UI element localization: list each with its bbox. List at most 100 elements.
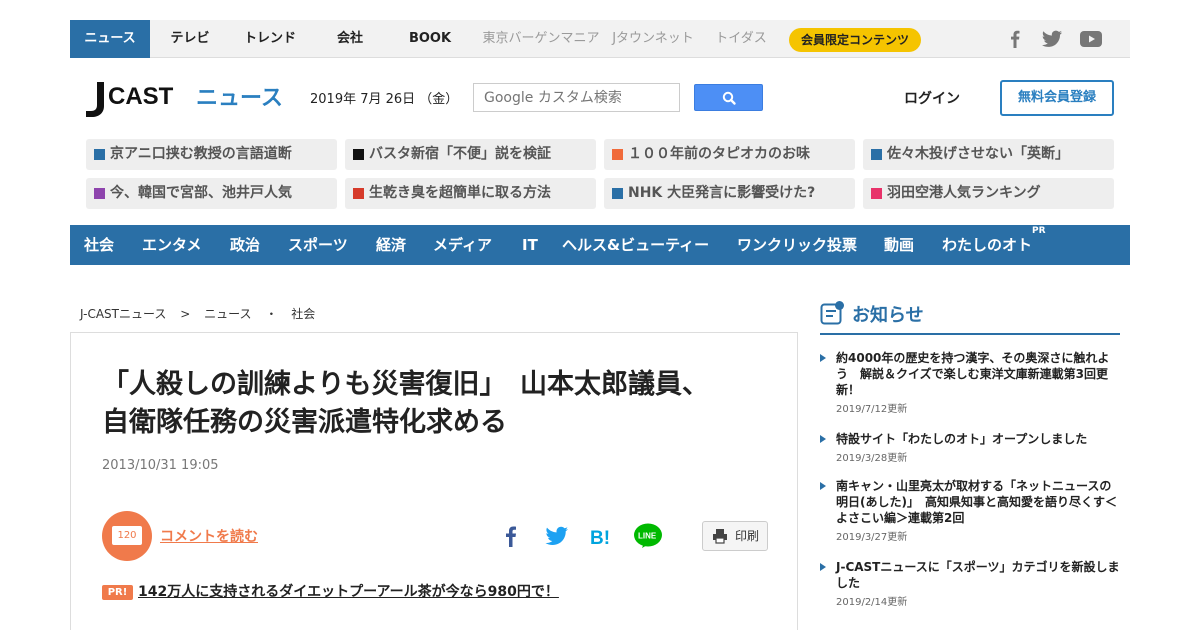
category-health-beauty[interactable]: ヘルス&ビューティー bbox=[562, 225, 709, 265]
line-share-icon[interactable]: LINE bbox=[633, 523, 663, 549]
trending-item[interactable]: バスタ新宿「不便」説を検証 bbox=[345, 139, 596, 170]
facebook-icon[interactable] bbox=[1003, 28, 1027, 50]
topnav-book[interactable]: BOOK bbox=[402, 20, 458, 58]
news-item-date: 2019/3/28更新 bbox=[836, 453, 908, 464]
square-bullet-icon bbox=[871, 188, 882, 199]
category-politics[interactable]: 政治 bbox=[230, 225, 260, 265]
headline-line-2: 自衛隊任務の災害派遣特化求める bbox=[102, 407, 507, 438]
square-bullet-icon bbox=[612, 188, 623, 199]
news-section-header: お知らせ bbox=[820, 298, 1120, 335]
breadcrumb: J-CASTニュース > ニュース ・ 社会 bbox=[80, 305, 325, 322]
square-bullet-icon bbox=[353, 188, 364, 199]
breadcrumb-news[interactable]: ニュース bbox=[204, 307, 251, 321]
news-item-date: 2019/7/12更新 bbox=[836, 404, 908, 415]
trending-item[interactable]: NHK 大臣発言に影響受けた? bbox=[604, 178, 855, 209]
facebook-share-icon[interactable] bbox=[496, 523, 526, 549]
twitter-icon[interactable] bbox=[1040, 28, 1064, 50]
logo-cast-text: CAST bbox=[108, 83, 174, 110]
trending-item[interactable]: １００年前のタピオカのお味 bbox=[604, 139, 855, 170]
square-bullet-icon bbox=[94, 188, 105, 199]
trending-label: １００年前のタピオカのお味 bbox=[628, 146, 810, 162]
article-headline: 「人殺しの訓練よりも災害復旧」 山本太郎議員、 自衛隊任務の災害派遣特化求める bbox=[102, 366, 772, 442]
news-item-title: 特設サイト「わたしのオト」オープンしました bbox=[836, 432, 1088, 446]
category-society[interactable]: 社会 bbox=[84, 225, 114, 265]
search-input[interactable] bbox=[473, 83, 680, 112]
news-section-title: お知らせ bbox=[852, 305, 924, 326]
news-item[interactable]: 南キャン・山里亮太が取材する「ネットニュースの明日(あした)」 高知県知事と高知… bbox=[820, 478, 1120, 543]
news-item-date: 2019/2/14更新 bbox=[836, 597, 908, 608]
category-video[interactable]: 動画 bbox=[884, 225, 914, 265]
category-entertainment[interactable]: エンタメ bbox=[142, 225, 202, 265]
arrow-right-icon bbox=[820, 563, 826, 571]
current-date: 2019年 7月 26日 （金） bbox=[310, 92, 459, 107]
trending-label: 佐々木投げさせない「英断」 bbox=[887, 146, 1069, 162]
news-item-title: 約4000年の歴史を持つ漢字、その奥深さに触れよう 解説＆クイズで楽しむ東洋文庫… bbox=[836, 351, 1110, 397]
trending-label: 京アニ口挟む教授の言語道断 bbox=[110, 146, 292, 162]
member-content-button[interactable]: 会員限定コンテンツ bbox=[789, 28, 922, 52]
print-label: 印刷 bbox=[735, 529, 760, 543]
arrow-right-icon bbox=[820, 435, 826, 443]
topnav-company[interactable]: 会社 bbox=[322, 20, 378, 58]
notice-icon bbox=[820, 301, 844, 325]
read-comments-link[interactable]: コメントを読む bbox=[160, 526, 258, 546]
trending-item[interactable]: 京アニ口挟む教授の言語道断 bbox=[86, 139, 337, 170]
trending-label: 生乾き臭を超簡単に取る方法 bbox=[369, 185, 551, 201]
jcast-news-logo[interactable]: CAST ニュース bbox=[86, 80, 286, 120]
top-navigation: ニュース テレビ トレンド 会社 BOOK 東京バーゲンマニア Jタウンネット … bbox=[70, 20, 1130, 58]
arrow-right-icon bbox=[820, 354, 826, 362]
category-it[interactable]: IT bbox=[522, 225, 538, 265]
youtube-icon[interactable] bbox=[1079, 28, 1103, 50]
svg-text:LINE: LINE bbox=[638, 532, 657, 541]
article-date: 2013/10/31 19:05 bbox=[102, 458, 219, 473]
breadcrumb-home[interactable]: J-CASTニュース bbox=[80, 307, 166, 321]
breadcrumb-society[interactable]: 社会 bbox=[291, 307, 315, 321]
square-bullet-icon bbox=[871, 149, 882, 160]
breadcrumb-separator: ・ bbox=[265, 307, 278, 321]
svg-text:B!: B! bbox=[590, 528, 610, 549]
topnav-news[interactable]: ニュース bbox=[70, 20, 150, 58]
breadcrumb-separator: > bbox=[180, 307, 191, 321]
category-navigation: 社会 エンタメ 政治 スポーツ 経済 メディア IT ヘルス&ビューティー ワン… bbox=[70, 225, 1130, 265]
trending-label: バスタ新宿「不便」説を検証 bbox=[369, 146, 551, 162]
square-bullet-icon bbox=[353, 149, 364, 160]
hatena-bookmark-icon[interactable]: B! bbox=[587, 523, 617, 549]
topnav-tv[interactable]: テレビ bbox=[158, 20, 222, 58]
trending-label: 羽田空港人気ランキング bbox=[887, 185, 1041, 201]
square-bullet-icon bbox=[612, 149, 623, 160]
pr-ad-link[interactable]: 142万人に支持されるダイエットプーアール茶が今なら980円で！ bbox=[138, 581, 559, 601]
category-sports[interactable]: スポーツ bbox=[288, 225, 348, 265]
news-item[interactable]: 約4000年の歴史を持つ漢字、その奥深さに触れよう 解説＆クイズで楽しむ東洋文庫… bbox=[820, 350, 1120, 415]
print-button[interactable]: 印刷 bbox=[702, 521, 768, 551]
square-bullet-icon bbox=[94, 149, 105, 160]
comment-count: 120 bbox=[112, 526, 142, 545]
comment-count-badge[interactable]: 120 bbox=[102, 511, 152, 561]
headline-line-1: 「人殺しの訓練よりも災害復旧」 山本太郎議員、 bbox=[102, 369, 709, 400]
topnav-trend[interactable]: トレンド bbox=[236, 20, 304, 58]
topnav-toidas[interactable]: トイダス bbox=[712, 20, 770, 58]
category-economy[interactable]: 経済 bbox=[376, 225, 406, 265]
news-item-date: 2019/3/27更新 bbox=[836, 532, 908, 543]
search-icon bbox=[722, 91, 736, 105]
trending-item[interactable]: 羽田空港人気ランキング bbox=[863, 178, 1114, 209]
register-button[interactable]: 無料会員登録 bbox=[1000, 80, 1114, 116]
category-media[interactable]: メディア bbox=[433, 225, 492, 265]
news-item[interactable]: J-CASTニュースに「スポーツ」カテゴリを新設しました 2019/2/14更新 bbox=[820, 559, 1120, 608]
trending-item[interactable]: 佐々木投げさせない「英断」 bbox=[863, 139, 1114, 170]
news-item-title: J-CASTニュースに「スポーツ」カテゴリを新設しました bbox=[836, 560, 1120, 590]
trending-item[interactable]: 生乾き臭を超簡単に取る方法 bbox=[345, 178, 596, 209]
twitter-share-icon[interactable] bbox=[542, 523, 572, 549]
pr-label: PR bbox=[1032, 226, 1046, 236]
category-one-click-vote[interactable]: ワンクリック投票 bbox=[737, 225, 857, 265]
login-link[interactable]: ログイン bbox=[904, 88, 960, 108]
trending-item[interactable]: 今、韓国で宮部、池井戸人気 bbox=[86, 178, 337, 209]
article-panel: 「人殺しの訓練よりも災害復旧」 山本太郎議員、 自衛隊任務の災害派遣特化求める … bbox=[70, 332, 798, 630]
arrow-right-icon bbox=[820, 482, 826, 490]
logo-news-text: ニュース bbox=[196, 86, 283, 111]
printer-icon bbox=[713, 529, 727, 544]
topnav-bargain-mania[interactable]: 東京バーゲンマニア bbox=[478, 20, 604, 58]
category-watashi-no-oto[interactable]: わたしのオト bbox=[942, 225, 1032, 265]
news-item[interactable]: 特設サイト「わたしのオト」オープンしました 2019/3/28更新 bbox=[820, 431, 1120, 464]
trending-label: NHK 大臣発言に影響受けた? bbox=[628, 185, 816, 201]
topnav-jtown[interactable]: Jタウンネット bbox=[610, 20, 696, 58]
search-button[interactable] bbox=[694, 84, 763, 111]
